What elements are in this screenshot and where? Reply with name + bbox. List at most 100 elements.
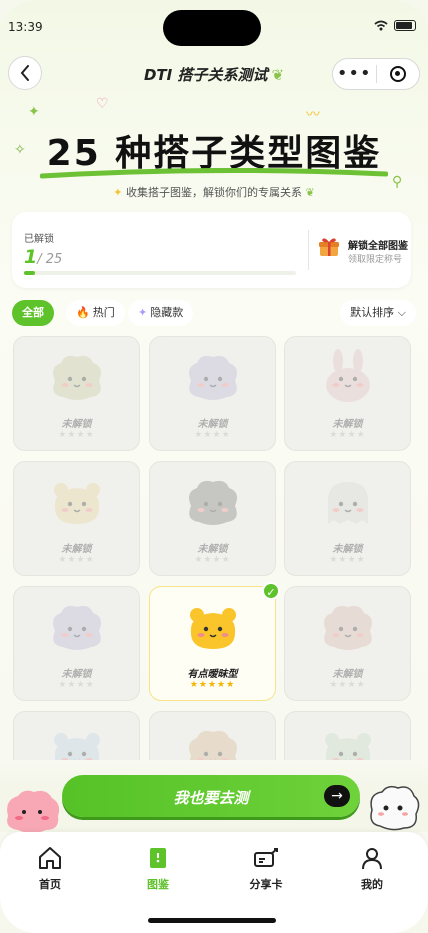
- unlock-progress-fill: [24, 271, 35, 275]
- collection-card-locked[interactable]: 未解锁★★★★: [13, 336, 140, 451]
- tab-collection[interactable]: 图鉴: [128, 844, 188, 892]
- collection-card-locked[interactable]: 未解锁★★★★: [13, 711, 140, 760]
- card-rating-stars: ★★★★: [58, 680, 95, 690]
- collection-grid: 未解锁 ★★★★ 未解锁 ★★★★ 未解锁 ★★★★ 未解锁 ★★★★ 未解锁 ★★★★ 未解锁 ★★…: [13, 336, 411, 760]
- collection-card-unlocked[interactable]: 有点暧昧型 ★★★★★ ✓: [149, 582, 280, 701]
- collection-card-locked[interactable]: 未解锁★★★★: [284, 461, 411, 576]
- unlock-total: / 25: [37, 252, 63, 267]
- dynamic-island: [163, 10, 261, 46]
- collection-card-locked[interactable]: 未解锁★★★★: [284, 336, 411, 451]
- collection-card-locked[interactable]: 未解锁★★★★: [149, 711, 276, 760]
- collection-card-locked[interactable]: 未解锁★★★★: [13, 586, 140, 701]
- close-mini-program-button[interactable]: [377, 66, 420, 82]
- hero-banner: ✦ ✧ ♡ 〰 ⚲ 25 种搭子类型图鉴 ✦ 收集搭子图鉴，解锁你们的专属关系 …: [0, 96, 428, 206]
- sparkle-icon: ✦: [138, 306, 148, 319]
- arrow-right-icon: →: [324, 785, 350, 807]
- filter-hidden[interactable]: ✦ 隐藏款: [128, 300, 194, 326]
- tab-share-card-label: 分享卡: [249, 878, 283, 891]
- battery-icon: [394, 20, 416, 31]
- bear-mascot-icon: [47, 474, 107, 530]
- tab-profile-label: 我的: [361, 878, 383, 891]
- collection-card-locked[interactable]: 未解锁★★★★: [13, 461, 140, 576]
- cloud-mascot-icon: [47, 599, 107, 655]
- ghost-mascot-icon: [318, 474, 378, 530]
- bear-mascot-icon: [318, 724, 378, 760]
- card-name: 未解锁: [332, 669, 363, 680]
- tab-share-card[interactable]: 分享卡: [236, 844, 296, 892]
- bear-mascot-icon: [47, 724, 107, 760]
- sort-dropdown[interactable]: 默认排序 ⌵: [340, 300, 416, 326]
- card-rating-stars: ★★★★: [194, 430, 231, 440]
- more-button[interactable]: •••: [333, 58, 376, 90]
- filter-bar: 全部 🔥 热门 ✦ 隐藏款 默认排序 ⌵: [12, 300, 416, 326]
- leaf-icon: ❦: [271, 66, 285, 84]
- collection-card-locked[interactable]: 未解锁★★★★: [149, 461, 276, 576]
- bear-mascot-icon: [183, 599, 243, 655]
- target-icon: [389, 66, 406, 82]
- card-name: 未解锁: [61, 669, 92, 680]
- filter-hidden-label: 隐藏款: [150, 306, 184, 319]
- filter-hot-label: 热门: [92, 306, 115, 319]
- unlock-progress-bar: [24, 271, 296, 275]
- home-icon: [20, 844, 80, 872]
- fire-icon: 🔥: [76, 306, 90, 319]
- card-rating-stars: ★★★★: [329, 680, 366, 690]
- book-icon: [128, 844, 188, 872]
- unlock-progress-card: 已解锁 1/ 25 解锁全部图鉴 领取限定称号: [12, 212, 411, 288]
- chevron-down-icon: ⌵: [397, 306, 406, 319]
- card-name: 未解锁: [197, 419, 228, 430]
- sheep-mascot-icon: [183, 474, 243, 530]
- card-name: 未解锁: [61, 544, 92, 555]
- tab-profile[interactable]: 我的: [342, 844, 402, 892]
- status-icons: [374, 20, 416, 31]
- nav-bar: DTI 搭子关系测试 ❦ •••: [0, 56, 428, 92]
- filter-all[interactable]: 全部: [12, 300, 54, 326]
- card-rating-stars: ★★★★: [329, 555, 366, 565]
- gift-icon[interactable]: [318, 236, 340, 264]
- wifi-icon: [374, 20, 388, 31]
- divider: [308, 230, 309, 270]
- cloud-mascot-icon: [183, 724, 243, 760]
- mini-program-capsule: •••: [332, 58, 420, 90]
- hero-underline: [40, 168, 388, 179]
- card-rating-stars: ★★★★: [329, 430, 366, 440]
- unlock-label: 已解锁: [24, 234, 54, 245]
- status-time: 13:39: [8, 20, 43, 34]
- tab-home[interactable]: 首页: [20, 844, 80, 892]
- collection-card-locked[interactable]: 未解锁★★★★: [284, 586, 411, 701]
- card-name: 未解锁: [197, 544, 228, 555]
- unlock-all-link[interactable]: 解锁全部图鉴: [348, 237, 408, 252]
- tab-collection-label: 图鉴: [147, 878, 169, 891]
- filter-hot[interactable]: 🔥 热门: [66, 300, 125, 326]
- card-name: 未解锁: [61, 419, 92, 430]
- collection-card-locked[interactable]: 未解锁★★★★: [149, 336, 276, 451]
- app-screen: 13:39 DTI 搭子关系测试 ❦ ••• ✦ ✧ ♡ 〰 ⚲ 25 种搭子类…: [0, 0, 428, 933]
- squiggle-icon: 〰: [306, 107, 320, 123]
- card-rating-stars: ★★★★★: [189, 680, 236, 690]
- unlock-all-hint: 领取限定称号: [348, 255, 403, 265]
- tab-bar: 首页 图鉴 分享卡 我的: [0, 832, 428, 933]
- card-rating-stars: ★★★★: [194, 555, 231, 565]
- cloud-mascot-icon: [47, 349, 107, 405]
- card-name: 未解锁: [332, 544, 363, 555]
- cloud-mascot-icon: [318, 599, 378, 655]
- collection-card-locked[interactable]: 未解锁★★★★: [284, 711, 411, 760]
- filter-all-label: 全部: [22, 306, 44, 319]
- card-rating-stars: ★★★★: [58, 555, 95, 565]
- white-mascot-icon: [370, 785, 420, 831]
- pink-mascot-icon: [7, 790, 60, 833]
- leaf-icon: ❦: [302, 186, 315, 199]
- take-test-label: 我也要去测: [173, 789, 249, 807]
- card-rating-stars: ★★★★: [58, 430, 95, 440]
- home-indicator: [148, 918, 276, 923]
- bunny-mascot-icon: [318, 349, 378, 405]
- take-test-button[interactable]: 我也要去测 →: [62, 775, 360, 817]
- user-icon: [342, 844, 402, 872]
- hero-subtitle-text: 收集搭子图鉴，解锁你们的专属关系: [126, 186, 302, 199]
- hero-subtitle: ✦ 收集搭子图鉴，解锁你们的专属关系 ❦: [0, 184, 428, 200]
- page-title-text: DTI 搭子关系测试: [143, 66, 268, 84]
- unlock-count-value: 1: [24, 246, 38, 268]
- sparkle-icon: ✦: [113, 186, 126, 199]
- sort-label: 默认排序: [350, 306, 395, 319]
- card-name: 未解锁: [332, 419, 363, 430]
